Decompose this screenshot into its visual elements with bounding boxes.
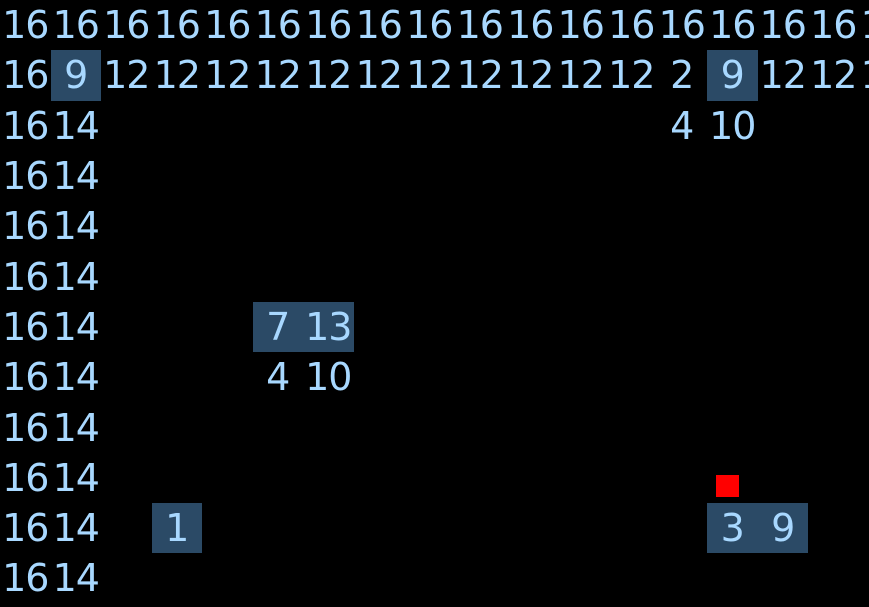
number-cell[interactable]: 14 (51, 352, 102, 402)
number-cell[interactable]: 12 (505, 50, 556, 100)
number-cell[interactable]: 12 (808, 50, 859, 100)
number-cell[interactable]: 16 (202, 0, 253, 50)
number-cell[interactable]: 12 (758, 50, 809, 100)
number-cell[interactable]: 12 (606, 50, 657, 100)
number-cell[interactable]: 16 (152, 0, 203, 50)
game-board[interactable]: 1616161616161616161616161616161616161691… (0, 0, 869, 607)
number-cell[interactable]: 16 (657, 0, 708, 50)
number-cell[interactable]: 14 (51, 402, 102, 452)
number-cell[interactable]: 14 (51, 151, 102, 201)
number-cell[interactable]: 16 (0, 201, 51, 251)
number-cell[interactable]: 12 (404, 50, 455, 100)
number-cell[interactable]: 12 (152, 50, 203, 100)
number-cell[interactable]: 16 (0, 453, 51, 503)
number-cell[interactable]: 12 (303, 50, 354, 100)
number-cell[interactable]: 16 (0, 50, 51, 100)
number-cell[interactable]: 16 (303, 0, 354, 50)
number-cell[interactable]: 16 (505, 0, 556, 50)
number-cell[interactable]: 16 (606, 0, 657, 50)
number-cell[interactable]: 12 (354, 50, 405, 100)
highlighted-number-cell[interactable]: 9 (50, 50, 101, 101)
number-cell[interactable]: 16 (808, 0, 859, 50)
number-cell[interactable]: 12 (202, 50, 253, 100)
number-cell[interactable]: 14 (51, 553, 102, 603)
number-cell[interactable]: 16 (0, 302, 51, 352)
number-cell[interactable]: 2 (657, 50, 708, 100)
number-cell[interactable]: 16 (51, 0, 102, 50)
number-cell[interactable]: 16 (0, 553, 51, 603)
highlighted-number-cell[interactable]: 13 (303, 301, 354, 353)
number-cell[interactable]: 14 (51, 503, 102, 553)
highlighted-number-cell[interactable]: 9 (757, 503, 808, 554)
number-cell[interactable]: 12 (253, 50, 304, 100)
number-cell[interactable]: 16 (859, 0, 869, 50)
number-cell[interactable]: 16 (101, 0, 152, 50)
number-cell[interactable]: 14 (51, 302, 102, 352)
number-cell[interactable]: 16 (455, 0, 506, 50)
highlighted-number-cell[interactable]: 1 (151, 503, 202, 554)
number-cell[interactable]: 16 (0, 151, 51, 201)
number-cell[interactable]: 4 (657, 101, 708, 151)
number-cell[interactable]: 16 (707, 0, 758, 50)
number-cell[interactable]: 10 (707, 101, 758, 151)
number-cell[interactable]: 16 (0, 503, 51, 553)
number-cell[interactable]: 14 (51, 101, 102, 151)
number-cell[interactable]: 10 (303, 352, 354, 402)
number-cell[interactable]: 16 (0, 0, 51, 50)
highlighted-number-cell[interactable]: 9 (707, 50, 758, 101)
number-cell[interactable]: 16 (0, 352, 51, 402)
highlighted-number-cell[interactable]: 7 (252, 301, 303, 353)
highlighted-number-cell[interactable]: 3 (707, 503, 758, 554)
number-cell[interactable]: 14 (51, 252, 102, 302)
number-cell[interactable]: 12 (455, 50, 506, 100)
number-cell[interactable]: 16 (556, 0, 607, 50)
number-cell[interactable]: 16 (758, 0, 809, 50)
number-cell[interactable]: 14 (51, 453, 102, 503)
number-cell[interactable]: 16 (354, 0, 405, 50)
number-cell[interactable]: 14 (51, 201, 102, 251)
number-cell[interactable]: 12 (101, 50, 152, 100)
number-cell[interactable]: 16 (404, 0, 455, 50)
number-cell[interactable]: 16 (0, 101, 51, 151)
number-cell[interactable]: 12 (556, 50, 607, 100)
number-cell[interactable]: 12 (859, 50, 869, 100)
number-cell[interactable]: 4 (253, 352, 304, 402)
number-cell[interactable]: 16 (0, 252, 51, 302)
cursor-marker (716, 474, 739, 497)
number-cell[interactable]: 16 (253, 0, 304, 50)
number-cell[interactable]: 16 (0, 402, 51, 452)
